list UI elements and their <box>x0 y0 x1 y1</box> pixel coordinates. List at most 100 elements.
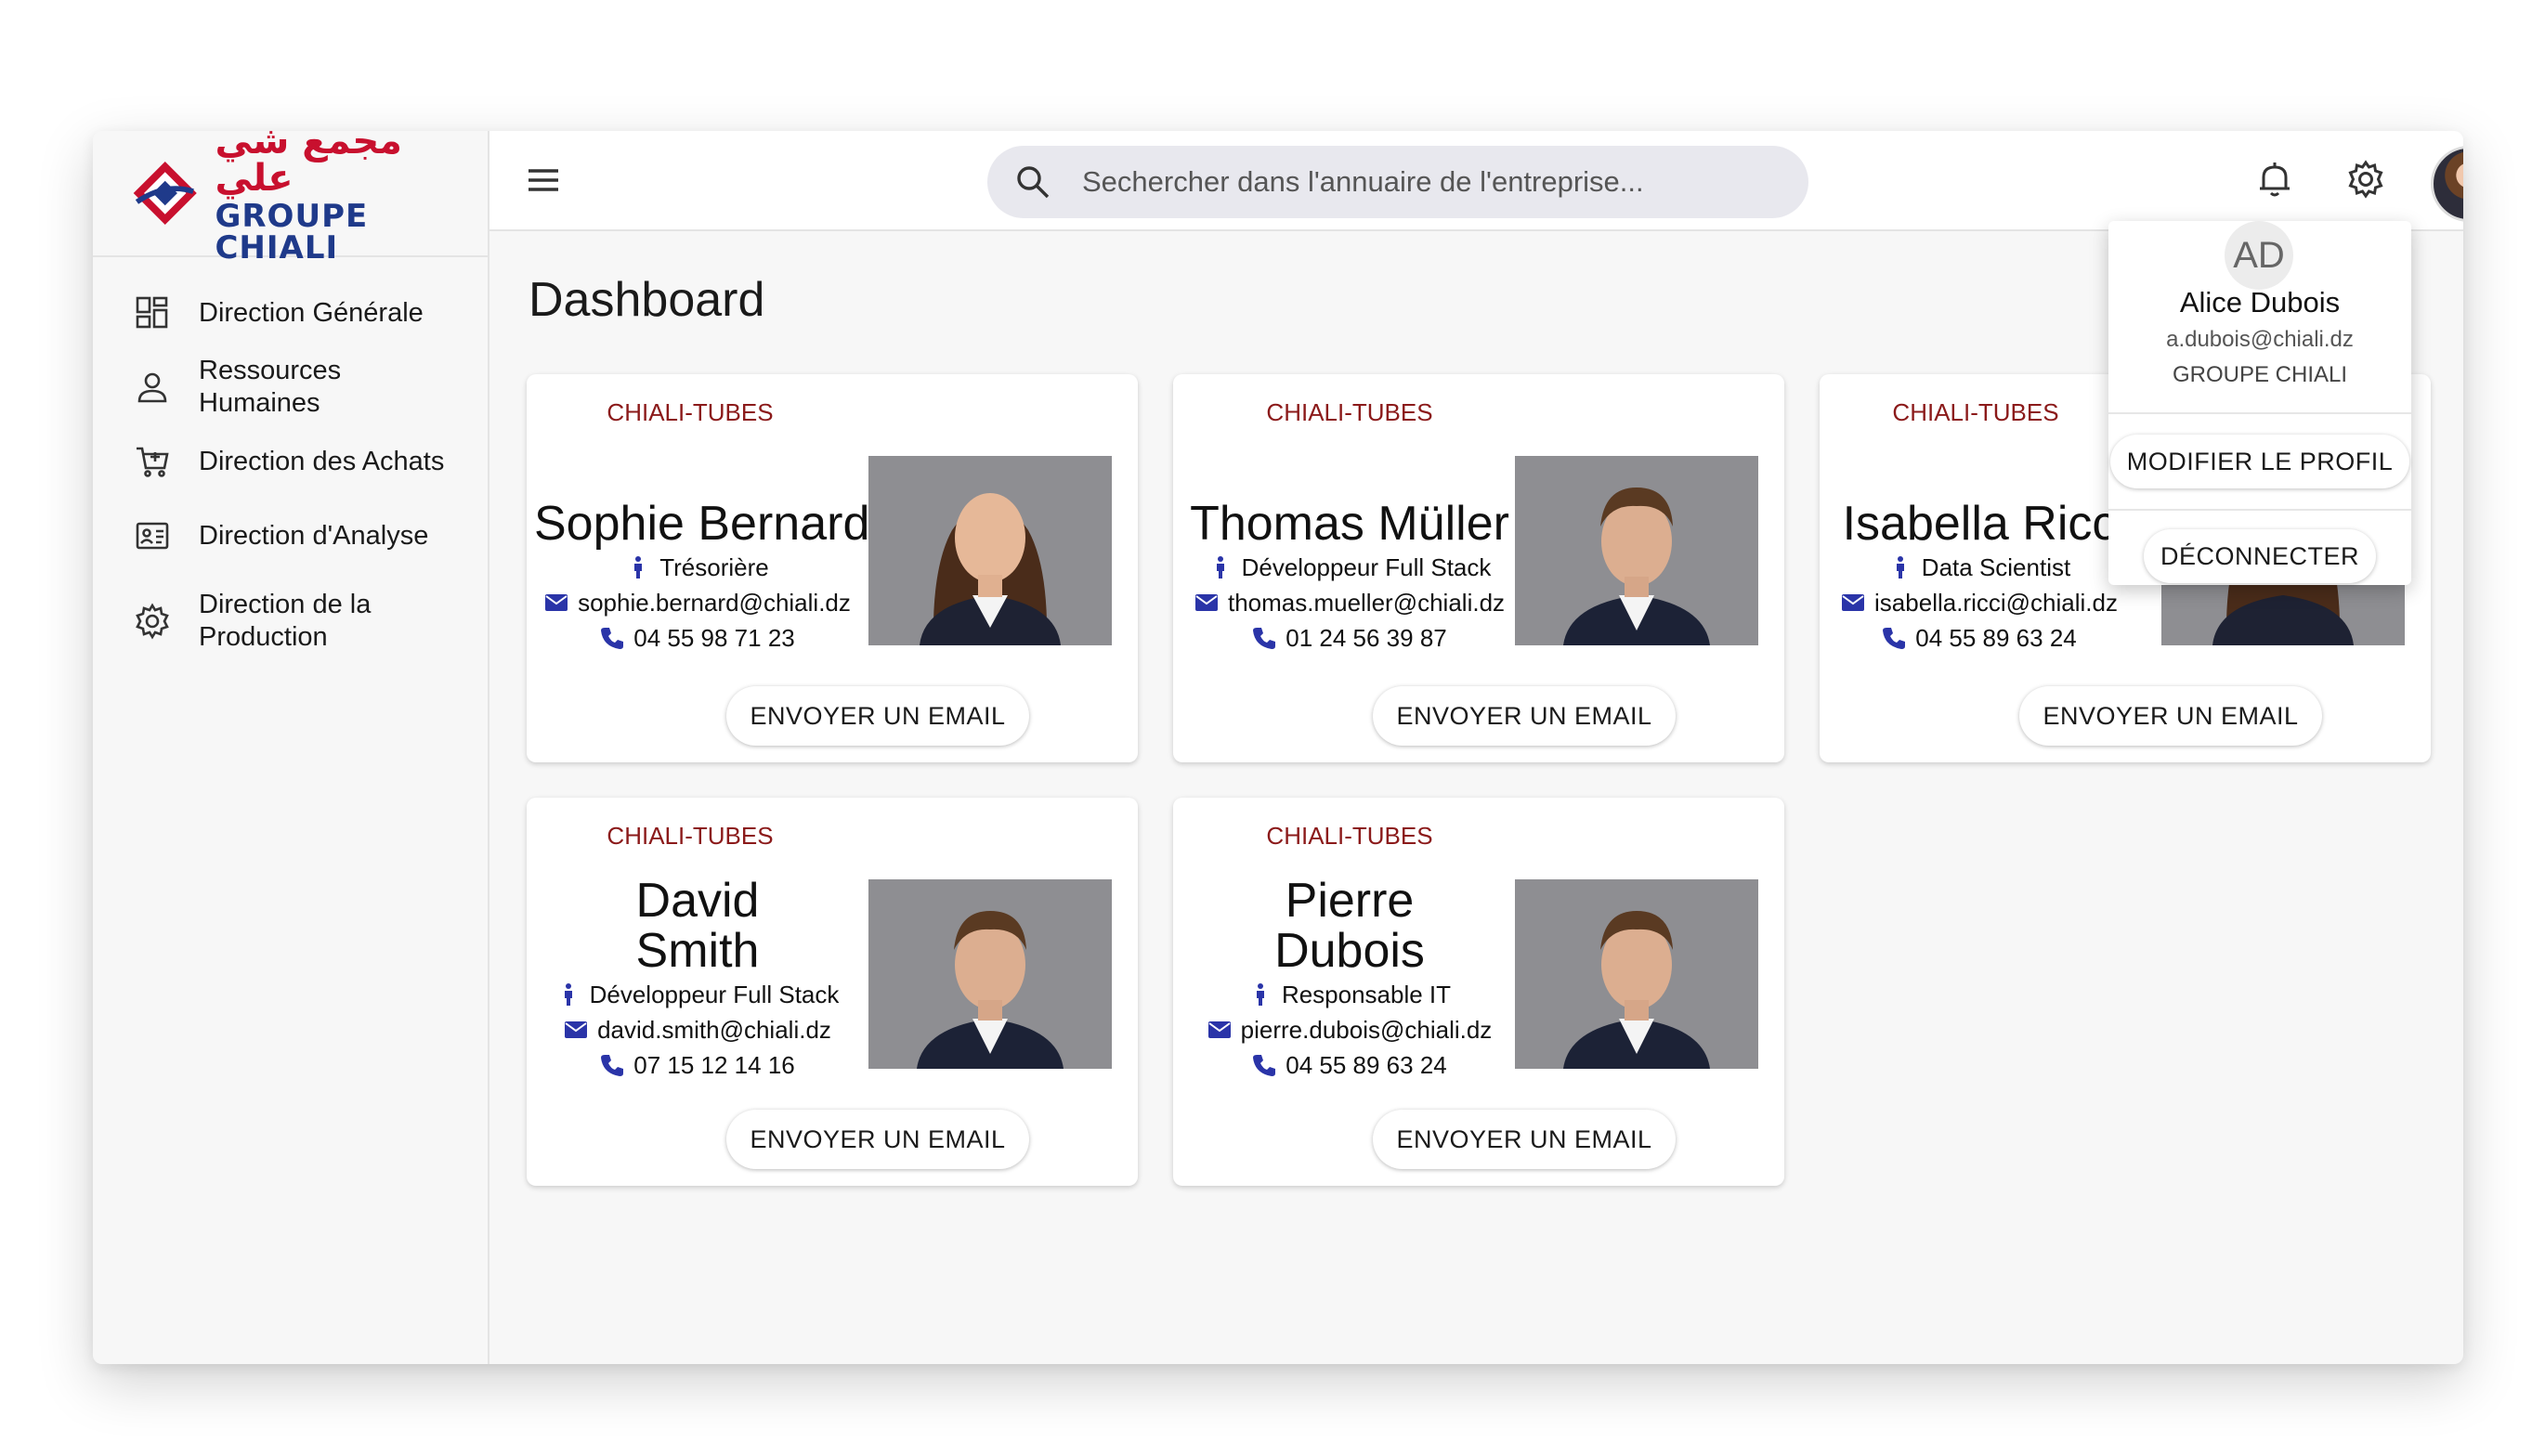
employee-photo <box>1515 456 1758 645</box>
dropdown-avatar: AD <box>2225 221 2293 290</box>
page-title: Dashboard <box>529 273 765 327</box>
send-email-button[interactable]: ENVOYER UN EMAIL <box>2019 686 2322 746</box>
card-email: thomas.mueller@chiali.dz <box>1227 589 1506 617</box>
employee-card: CHIALI-TUBES David Smith Développeur Ful… <box>527 798 1138 1186</box>
sidebar-item-direction-production[interactable]: Direction de la Production <box>93 573 488 670</box>
notification-bell-icon[interactable] <box>2254 159 2295 200</box>
card-role: Data Scientist <box>1921 553 2071 581</box>
card-phone: 07 15 12 14 16 <box>633 1051 795 1079</box>
search-icon <box>1017 166 1050 199</box>
sidebar: مجمع شي علي GROUPE CHIALI Direction Géné… <box>93 131 489 1364</box>
employee-photo <box>868 879 1112 1069</box>
edit-profile-button[interactable]: MODIFIER LE PROFIL <box>2110 435 2409 488</box>
person-pin-icon <box>1256 983 1264 1006</box>
logo-brand-name: GROUPE CHIALI <box>215 198 369 266</box>
person-pin-icon <box>1896 556 1904 578</box>
man-portrait-icon <box>868 879 1112 1069</box>
send-email-button[interactable]: ENVOYER UN EMAIL <box>726 686 1029 746</box>
man-portrait-icon <box>1515 879 1758 1069</box>
sidebar-item-label: Direction d'Analyse <box>199 520 429 551</box>
man-portrait-icon <box>1515 456 1758 645</box>
email-icon <box>1194 594 1218 611</box>
logout-button[interactable]: DÉCONNECTER <box>2144 529 2376 583</box>
send-email-button[interactable]: ENVOYER UN EMAIL <box>726 1110 1029 1169</box>
phone-icon <box>601 1055 624 1076</box>
profile-dropdown: AD Alice Dubois a.dubois@chiali.dz GROUP… <box>2108 221 2411 585</box>
employee-photo <box>1515 879 1758 1069</box>
card-company: CHIALI-TUBES <box>1266 398 1433 426</box>
sidebar-item-ressources-humaines[interactable]: Ressources Humaines <box>93 350 488 424</box>
logo[interactable]: مجمع شي علي GROUPE CHIALI <box>93 131 488 264</box>
person-pin-icon <box>564 983 572 1006</box>
card-name: Sophie Bernard <box>534 497 870 551</box>
card-company: CHIALI-TUBES <box>607 822 774 850</box>
card-phone: 01 24 56 39 87 <box>1286 624 1447 652</box>
employee-photo <box>868 456 1112 645</box>
card-name-last: Smith <box>635 924 760 978</box>
send-email-button[interactable]: ENVOYER UN EMAIL <box>1373 1110 1676 1169</box>
email-icon <box>545 594 568 611</box>
card-name: Thomas Müller <box>1190 497 1509 551</box>
dropdown-user-company: GROUPE CHIALI <box>2172 362 2348 387</box>
email-icon <box>1207 1021 1231 1038</box>
card-info: David Smith Développeur Full Stack david… <box>534 876 861 1082</box>
card-info: Pierre Dubois Responsable IT pierre.dubo… <box>1186 876 1513 1082</box>
menu-icon[interactable] <box>527 166 560 194</box>
sidebar-item-label: Direction de la Production <box>199 590 372 652</box>
logo-mark-icon <box>133 161 197 226</box>
card-role: Responsable IT <box>1281 981 1452 1008</box>
employee-card: CHIALI-TUBES Thomas Müller Développeur F… <box>1173 374 1784 762</box>
person-pin-icon <box>1216 556 1224 578</box>
card-role: Développeur Full Stack <box>589 981 840 1008</box>
person-icon <box>137 372 167 403</box>
email-icon <box>565 1021 588 1038</box>
user-avatar[interactable] <box>2431 146 2463 222</box>
card-name-last: Dubois <box>1274 924 1425 978</box>
search-input[interactable] <box>1082 165 1769 199</box>
sidebar-item-direction-analyse[interactable]: Direction d'Analyse <box>93 499 488 573</box>
card-company: CHIALI-TUBES <box>607 398 774 426</box>
phone-icon <box>1253 1055 1276 1076</box>
employee-card: CHIALI-TUBES Pierre Dubois Responsable I… <box>1173 798 1784 1186</box>
card-name-first: David <box>635 874 760 928</box>
dashboard-icon <box>136 296 168 329</box>
card-info: Isabella Ricc Data Scientist isabella.ri… <box>1816 499 2143 655</box>
search-bar[interactable] <box>987 146 1808 218</box>
card-name-first: Pierre <box>1285 874 1415 928</box>
email-icon <box>1842 594 1865 611</box>
card-phone: 04 55 89 63 24 <box>1286 1051 1447 1079</box>
logo-arabic-text: مجمع شي علي <box>215 131 402 200</box>
cart-icon <box>137 447 169 477</box>
settings-gear-icon[interactable] <box>2345 159 2386 200</box>
card-phone: 04 55 98 71 23 <box>633 624 795 652</box>
dropdown-divider <box>2108 412 2411 414</box>
sidebar-item-direction-generale[interactable]: Direction Générale <box>93 276 488 350</box>
card-role: Développeur Full Stack <box>1241 553 1492 581</box>
gear-icon <box>136 603 169 640</box>
card-company: CHIALI-TUBES <box>1892 398 2059 426</box>
card-email: david.smith@chiali.dz <box>597 1016 831 1044</box>
card-email: isabella.ricci@chiali.dz <box>1874 589 2118 617</box>
card-info: Sophie Bernard Trésorière sophie.bernard… <box>534 497 870 655</box>
phone-icon <box>1253 628 1276 649</box>
sidebar-item-direction-achats[interactable]: Direction des Achats <box>93 424 488 499</box>
send-email-button[interactable]: ENVOYER UN EMAIL <box>1373 686 1676 746</box>
card-name: Isabella Ricc <box>1842 497 2117 551</box>
phone-icon <box>1883 628 1906 649</box>
sidebar-item-label: Direction Générale <box>199 297 424 328</box>
dropdown-user-email: a.dubois@chiali.dz <box>2166 327 2354 352</box>
card-info: Thomas Müller Développeur Full Stack tho… <box>1186 499 1513 655</box>
sidebar-nav: Direction Générale Ressources Humaines D… <box>93 257 488 670</box>
card-company: CHIALI-TUBES <box>1266 822 1433 850</box>
card-email: sophie.bernard@chiali.dz <box>578 589 851 617</box>
dropdown-divider <box>2108 509 2411 511</box>
person-pin-icon <box>634 556 643 578</box>
analytics-icon <box>136 522 169 550</box>
card-phone: 04 55 89 63 24 <box>1915 624 2077 652</box>
card-role: Trésorière <box>659 553 769 581</box>
phone-icon <box>601 628 624 649</box>
sidebar-item-label: Direction des Achats <box>199 446 445 476</box>
card-email: pierre.dubois@chiali.dz <box>1240 1016 1493 1044</box>
dropdown-user-name: Alice Dubois <box>2179 286 2341 318</box>
top-bar <box>489 131 2463 231</box>
